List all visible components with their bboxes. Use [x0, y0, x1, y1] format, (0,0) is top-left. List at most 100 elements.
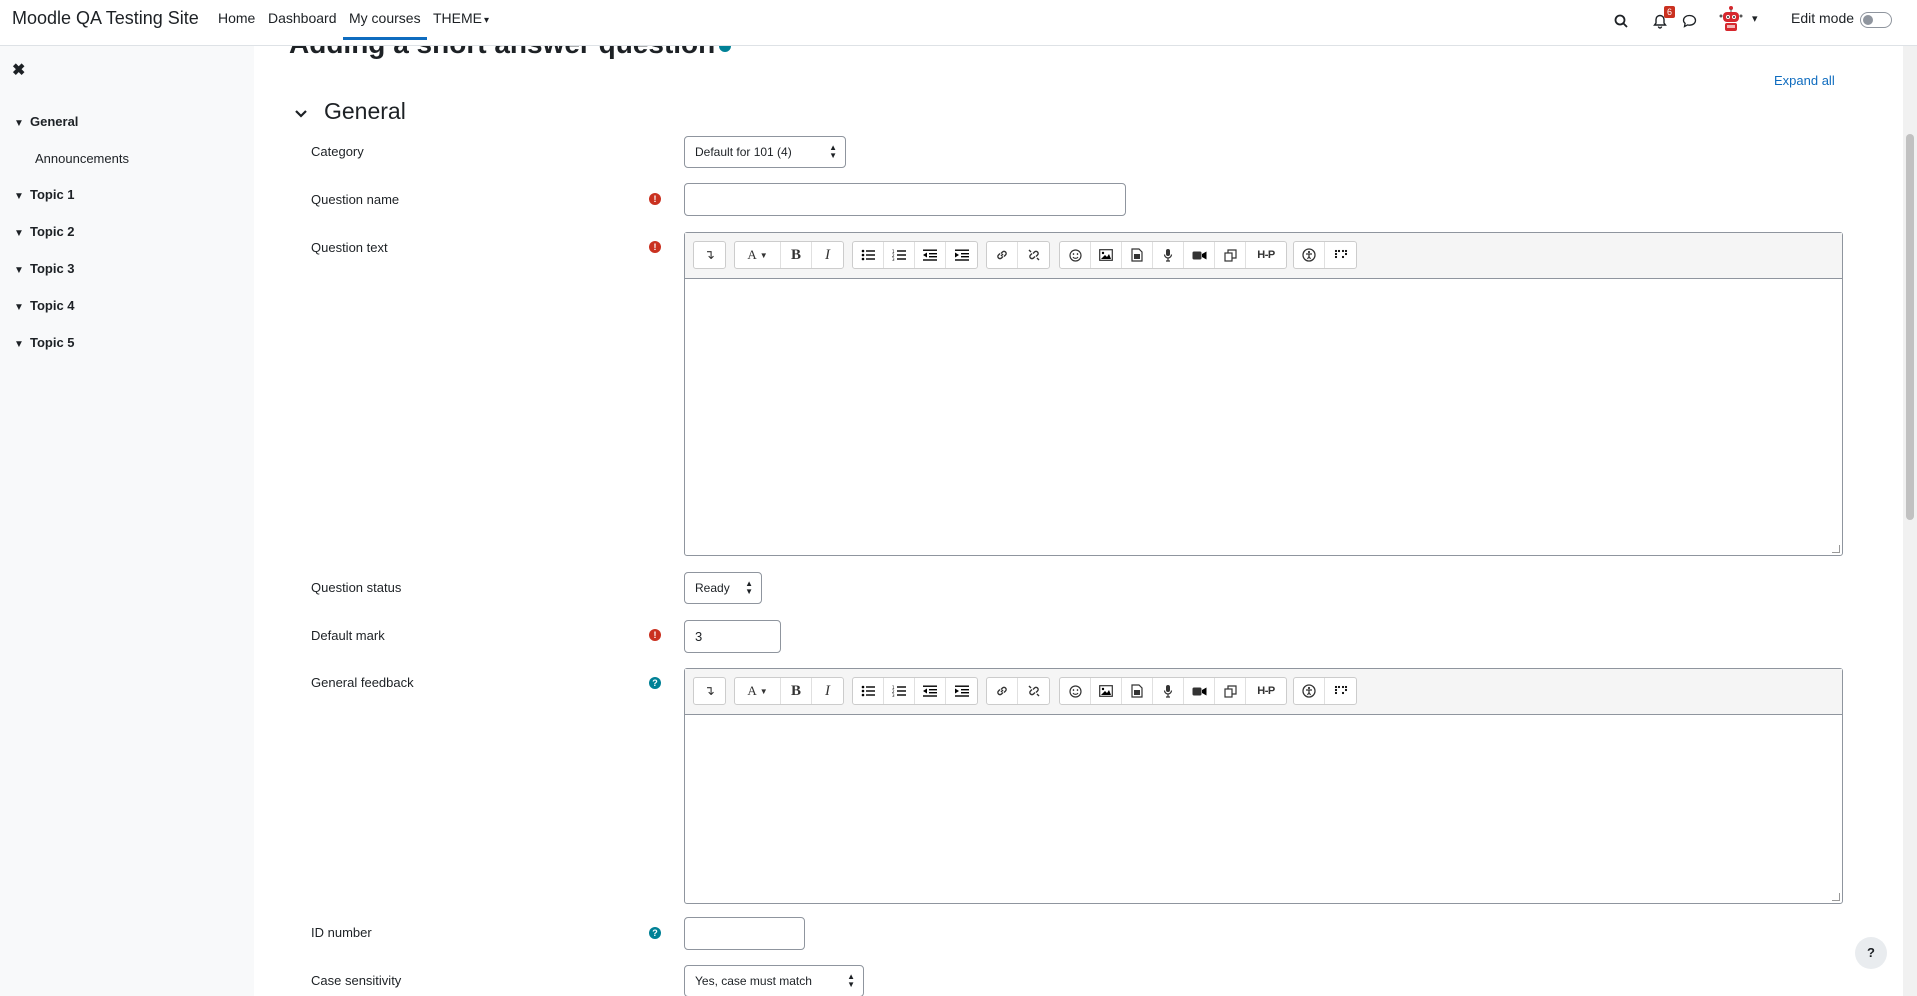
chevron-down-icon[interactable]: ▼ — [14, 118, 30, 129]
manage-files-icon[interactable] — [1215, 242, 1246, 268]
toolbar-group-lists: 123 — [852, 677, 978, 705]
required-icon: ! — [649, 629, 661, 641]
question-name-input[interactable] — [684, 183, 1126, 216]
indent-icon[interactable] — [946, 678, 977, 704]
chevron-down-icon[interactable]: ▼ — [14, 339, 30, 350]
default-mark-label: Default mark — [311, 628, 385, 643]
unordered-list-icon[interactable] — [853, 242, 884, 268]
toolbar-group-collapse: ↴ — [693, 677, 726, 705]
accessibility-checker-icon[interactable] — [1294, 678, 1325, 704]
h5p-button[interactable]: H-P — [1246, 678, 1286, 704]
toolbar-group-collapse: ↴ — [693, 241, 726, 269]
microphone-icon[interactable] — [1153, 678, 1184, 704]
chevron-down-icon[interactable]: ▼ — [14, 302, 30, 313]
id-number-input[interactable] — [684, 917, 805, 950]
chevron-down-icon[interactable] — [294, 106, 308, 124]
default-mark-input[interactable]: 3 — [684, 620, 781, 653]
select-arrows-icon: ▲ ▼ — [745, 579, 753, 596]
page-title: Adding a short answer question — [289, 46, 732, 60]
edit-mode-label: Edit mode — [1791, 10, 1855, 26]
scrollbar-thumb[interactable] — [1906, 134, 1914, 520]
h5p-button[interactable]: H-P — [1246, 242, 1286, 268]
toolbar-group-lists: 123 — [852, 241, 978, 269]
link-icon[interactable] — [987, 678, 1018, 704]
edit-mode-toggle[interactable] — [1860, 12, 1892, 28]
course-section-label: Topic 4 — [30, 298, 75, 313]
chevron-down-icon[interactable]: ▼ — [14, 228, 30, 239]
messages-icon[interactable] — [1678, 10, 1700, 32]
image-icon[interactable] — [1091, 678, 1122, 704]
nav-link-theme[interactable]: THEME ▾ — [433, 10, 489, 26]
case-sensitivity-select[interactable]: Yes, case must match ▲ ▼ — [684, 965, 864, 996]
nav-link-home[interactable]: Home — [218, 10, 255, 26]
course-section-topic-1[interactable]: ▼ Topic 1 — [14, 187, 75, 202]
paragraph-styles-icon[interactable]: A ▼ — [735, 678, 781, 704]
outdent-icon[interactable] — [915, 678, 946, 704]
close-icon[interactable]: ✖ — [12, 60, 25, 80]
select-arrows-icon: ▲ ▼ — [847, 972, 855, 989]
general-feedback-label: General feedback — [311, 675, 414, 690]
chevron-down-icon[interactable]: ▼ — [14, 265, 30, 276]
paragraph-styles-icon[interactable]: A ▼ — [735, 242, 781, 268]
unlink-icon[interactable] — [1018, 242, 1049, 268]
nav-link-dashboard[interactable]: Dashboard — [268, 10, 337, 26]
italic-button[interactable]: I — [812, 242, 843, 268]
svg-text:3: 3 — [892, 257, 895, 261]
user-avatar[interactable] — [1716, 4, 1746, 34]
media-file-icon[interactable] — [1122, 242, 1153, 268]
chevron-down-icon[interactable]: ▼ — [14, 191, 30, 202]
italic-button[interactable]: I — [812, 678, 843, 704]
help-icon[interactable] — [719, 46, 732, 52]
help-icon[interactable]: ? — [649, 677, 661, 689]
course-activity-announcements[interactable]: Announcements — [35, 151, 129, 166]
course-section-topic-2[interactable]: ▼ Topic 2 — [14, 224, 75, 239]
emoji-icon[interactable] — [1060, 242, 1091, 268]
image-icon[interactable] — [1091, 242, 1122, 268]
help-icon[interactable]: ? — [649, 927, 661, 939]
screenreader-helper-icon[interactable] — [1325, 678, 1356, 704]
fieldset-title-general[interactable]: General — [324, 98, 406, 125]
question-status-select[interactable]: Ready ▲ ▼ — [684, 572, 762, 604]
unordered-list-icon[interactable] — [853, 678, 884, 704]
nav-link-my-courses[interactable]: My courses — [343, 10, 427, 40]
category-select[interactable]: Default for 101 (4) ▲ ▼ — [684, 136, 846, 168]
bold-button[interactable]: B — [781, 242, 812, 268]
microphone-icon[interactable] — [1153, 242, 1184, 268]
course-section-general[interactable]: ▼ General — [14, 114, 78, 129]
course-section-topic-5[interactable]: ▼ Topic 5 — [14, 335, 75, 350]
resize-handle[interactable] — [1832, 545, 1840, 553]
course-section-topic-3[interactable]: ▼ Topic 3 — [14, 261, 75, 276]
help-button[interactable]: ? — [1855, 937, 1887, 969]
question-status-label: Question status — [311, 580, 402, 595]
search-icon[interactable] — [1610, 10, 1632, 32]
question-text-content-area[interactable] — [685, 279, 1842, 555]
indent-icon[interactable] — [946, 242, 977, 268]
bold-button[interactable]: B — [781, 678, 812, 704]
outdent-icon[interactable] — [915, 242, 946, 268]
user-menu-chevron-icon[interactable]: ▾ — [1752, 12, 1758, 25]
resize-handle[interactable] — [1832, 893, 1840, 901]
ordered-list-icon[interactable]: 123 — [884, 242, 915, 268]
general-feedback-content-area[interactable] — [685, 715, 1842, 903]
manage-files-icon[interactable] — [1215, 678, 1246, 704]
page-scrollbar[interactable] — [1903, 46, 1917, 996]
accessibility-checker-icon[interactable] — [1294, 242, 1325, 268]
unlink-icon[interactable] — [1018, 678, 1049, 704]
notification-bell-icon[interactable]: 6 — [1649, 6, 1675, 32]
required-icon: ! — [649, 241, 661, 253]
screenreader-helper-icon[interactable] — [1325, 242, 1356, 268]
show-more-buttons-icon[interactable]: ↴ — [694, 242, 725, 268]
link-icon[interactable] — [987, 242, 1018, 268]
nav-link-theme-label: THEME — [433, 10, 482, 26]
question-text-label: Question text — [311, 240, 388, 255]
expand-all-link[interactable]: Expand all — [1774, 73, 1835, 88]
category-select-value: Default for 101 (4) — [695, 145, 792, 159]
show-more-buttons-icon[interactable]: ↴ — [694, 678, 725, 704]
emoji-icon[interactable] — [1060, 678, 1091, 704]
site-brand[interactable]: Moodle QA Testing Site — [12, 8, 199, 29]
course-section-topic-4[interactable]: ▼ Topic 4 — [14, 298, 75, 313]
media-file-icon[interactable] — [1122, 678, 1153, 704]
video-camera-icon[interactable] — [1184, 242, 1215, 268]
video-camera-icon[interactable] — [1184, 678, 1215, 704]
ordered-list-icon[interactable]: 123 — [884, 678, 915, 704]
